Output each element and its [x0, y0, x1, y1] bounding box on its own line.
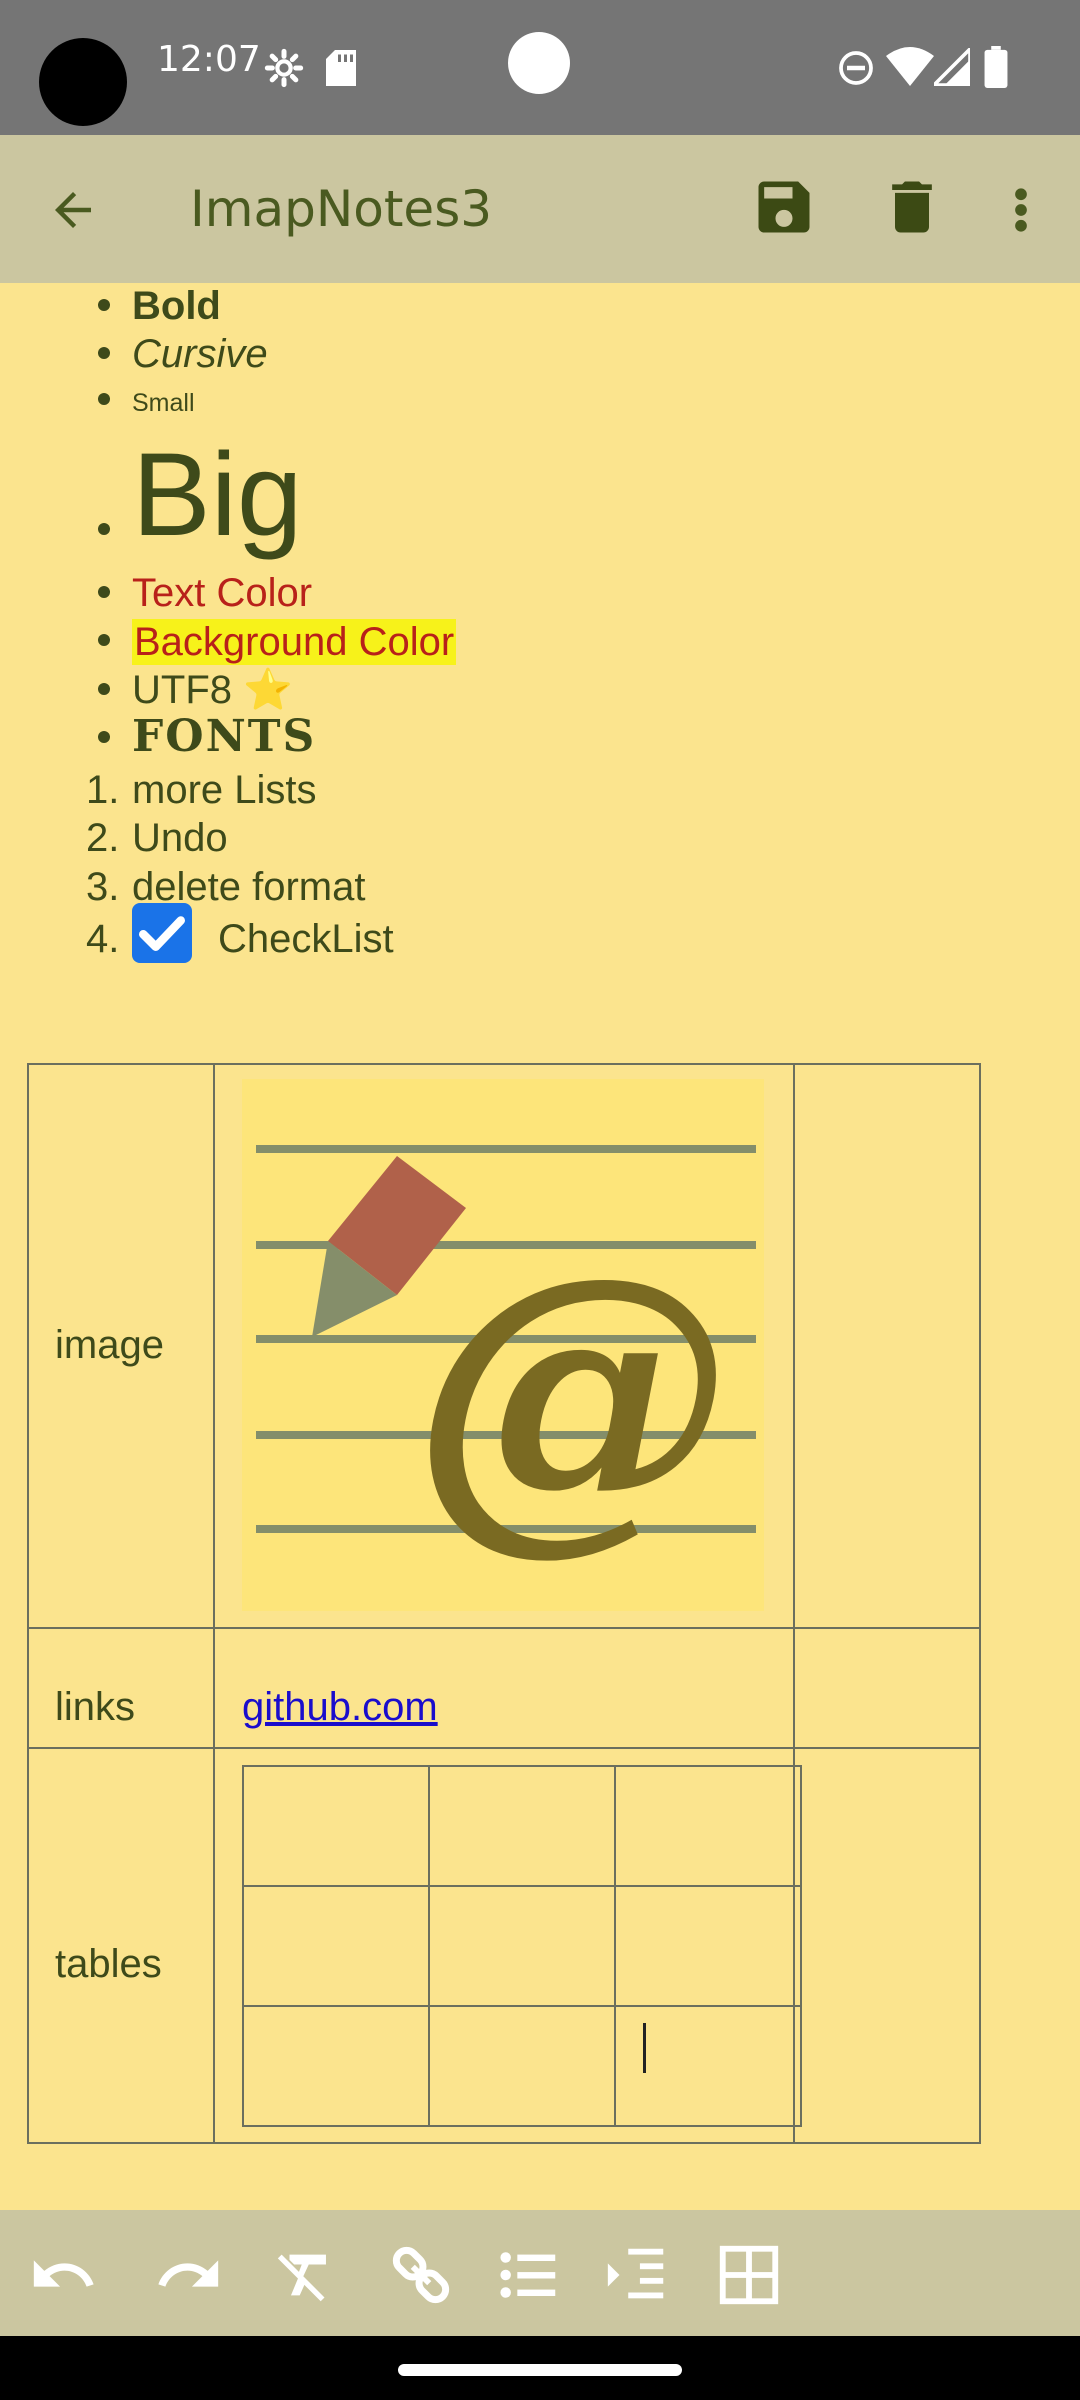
- format-toolbar: [0, 2210, 1080, 2336]
- github-link[interactable]: github.com: [242, 1687, 438, 1727]
- camera-cutout: [39, 38, 127, 126]
- notification-dot: [508, 32, 570, 94]
- list-number: 4.: [86, 917, 120, 961]
- bullet: [98, 523, 110, 535]
- text-cursor: [643, 2023, 646, 2073]
- check-icon: [139, 916, 185, 951]
- undo-icon[interactable]: [28, 2240, 98, 2310]
- link-icon[interactable]: [386, 2240, 456, 2310]
- app-title: ImapNotes3: [190, 180, 493, 238]
- battery-icon: [984, 46, 1008, 88]
- bullet: [98, 586, 110, 598]
- numbered-item-delete-format: delete format: [132, 865, 366, 909]
- dnd-icon: [839, 51, 873, 85]
- table-cell-links-label: links: [55, 1685, 136, 1729]
- bullet-big: Big: [132, 429, 303, 561]
- bullet-text-color: Text Color: [132, 571, 313, 615]
- status-time: 12:07: [157, 39, 261, 80]
- back-arrow-icon[interactable]: [46, 183, 100, 237]
- sd-card-icon: [326, 50, 356, 86]
- bullet-fonts: FONTS: [132, 711, 317, 762]
- delete-icon[interactable]: [878, 173, 946, 241]
- list-number: 3.: [86, 865, 120, 909]
- table-cell-tables-label: tables: [55, 1942, 162, 1986]
- status-bar: 12:07: [0, 0, 1080, 135]
- system-nav-bar: [0, 2336, 1080, 2400]
- indent-icon[interactable]: [602, 2240, 672, 2310]
- bullet: [98, 393, 110, 405]
- bullet: [98, 299, 110, 311]
- note-editor[interactable]: Bold Cursive Small Big Text Color Backgr…: [0, 283, 1080, 2210]
- bullet: [98, 731, 110, 743]
- bullet-utf8: UTF8 ⭐: [132, 668, 293, 712]
- bullet: [98, 683, 110, 695]
- redo-icon[interactable]: [154, 2240, 224, 2310]
- signal-icon: [934, 48, 970, 86]
- bullet-bold: Bold: [132, 284, 221, 328]
- wifi-icon: [886, 47, 934, 86]
- table-cell-image-label: image: [55, 1323, 164, 1367]
- numbered-item-checklist: CheckList: [218, 917, 394, 961]
- settings-icon: [264, 48, 304, 88]
- list-number: 2.: [86, 816, 120, 860]
- list-number: 1.: [86, 768, 120, 812]
- bullet-list-icon[interactable]: [494, 2240, 564, 2310]
- home-gesture-handle[interactable]: [398, 2364, 682, 2376]
- numbered-item-undo: Undo: [132, 816, 228, 860]
- bullet: [98, 634, 110, 646]
- screen: 12:07 ImapNotes3 Bold Cursive Small Big …: [0, 0, 1080, 2400]
- svg-text:@: @: [412, 1206, 732, 1581]
- checklist-checkbox[interactable]: [132, 903, 192, 963]
- bullet: [98, 347, 110, 359]
- app-bar: ImapNotes3: [0, 135, 1080, 283]
- bullet-background-color: Background Color: [132, 619, 457, 665]
- table-icon[interactable]: [714, 2240, 784, 2310]
- numbered-item-more-lists: more Lists: [132, 768, 317, 812]
- save-icon[interactable]: [750, 173, 818, 241]
- bullet-small: Small: [132, 389, 195, 417]
- imapnotes-logo-image: @: [242, 1079, 764, 1611]
- bullet-cursive: Cursive: [132, 332, 268, 376]
- more-vert-icon[interactable]: [1006, 183, 1036, 237]
- clear-format-icon[interactable]: [272, 2240, 342, 2310]
